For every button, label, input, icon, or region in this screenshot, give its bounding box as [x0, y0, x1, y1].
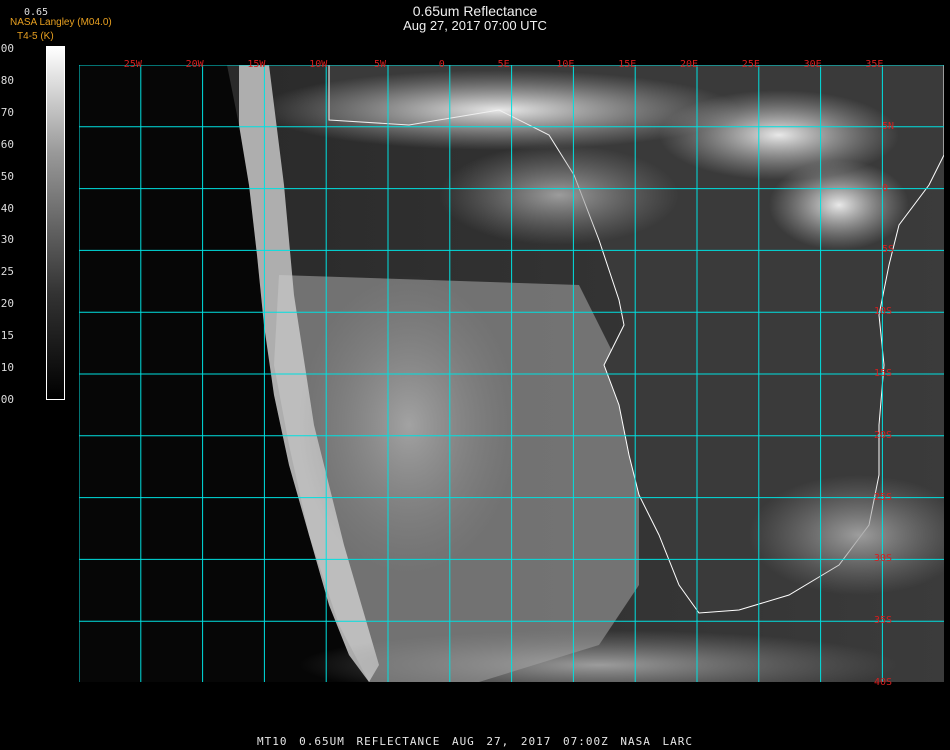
image-subtitle: Aug 27, 2017 07:00 UTC [403, 18, 547, 33]
longitude-label: 20W [185, 59, 204, 70]
longitude-label: 5E [497, 59, 510, 70]
longitude-label: 25W [123, 59, 142, 70]
footer-caption: MT10 0.65UM REFLECTANCE AUG 27, 2017 07:… [257, 735, 693, 748]
longitude-label: 5W [374, 59, 387, 70]
colorbar-label: 0.20 [0, 297, 14, 311]
colorbar-label: 0.60 [0, 137, 14, 151]
colorbar-label: 0.80 [0, 73, 14, 87]
longitude-label: 15E [618, 59, 637, 70]
longitude-label: 25E [741, 59, 760, 70]
satellite-map[interactable] [79, 65, 944, 682]
colorbar-label: 1.00 [0, 42, 14, 55]
longitude-label: 10E [556, 59, 575, 70]
image-title: 0.65um Reflectance [412, 3, 538, 19]
colorbar-label: 0.50 [0, 169, 14, 183]
latitude-label: 20S [874, 429, 893, 441]
latitude-label: 15S [874, 368, 893, 379]
latitude-label: 5N [882, 120, 895, 132]
latitude-label: 0 [882, 182, 889, 194]
colorbar-label: 0.25 [0, 265, 14, 279]
gabon-clouds [439, 145, 679, 245]
colorbar [46, 46, 65, 400]
latitude-label: 5S [882, 244, 895, 256]
latitude-label: 35S [874, 615, 893, 627]
colorbar-label: 0.15 [0, 329, 14, 343]
colorbar-label: 0.70 [0, 105, 14, 119]
longitude-label: 0 [438, 59, 445, 70]
longitude-label: 20E [680, 59, 699, 70]
longitude-label: 30E [803, 59, 822, 70]
colorbar-label: 0.40 [0, 201, 14, 215]
benguela-stratocumulus [299, 275, 519, 575]
latitude-label: 25S [874, 491, 893, 503]
credit-label: NASA Langley (M04.0) [10, 17, 112, 28]
longitude-label: 15W [247, 59, 266, 70]
latitude-label: 40S [874, 677, 893, 688]
colorbar-label: 0.00 [0, 392, 14, 406]
longitude-label: 35E [865, 59, 884, 70]
scale-top-label: 0.65 [24, 7, 49, 18]
map-imagery [79, 65, 944, 682]
latitude-label: 10S [874, 306, 893, 318]
colorbar-label: 0.10 [0, 361, 14, 374]
colorbar-label: 0.30 [0, 233, 14, 247]
east-africa-clouds [769, 160, 909, 250]
latitude-label: 30S [874, 553, 893, 565]
channel-label: T4-5 (K) [17, 31, 54, 42]
longitude-label: 10W [309, 59, 328, 70]
